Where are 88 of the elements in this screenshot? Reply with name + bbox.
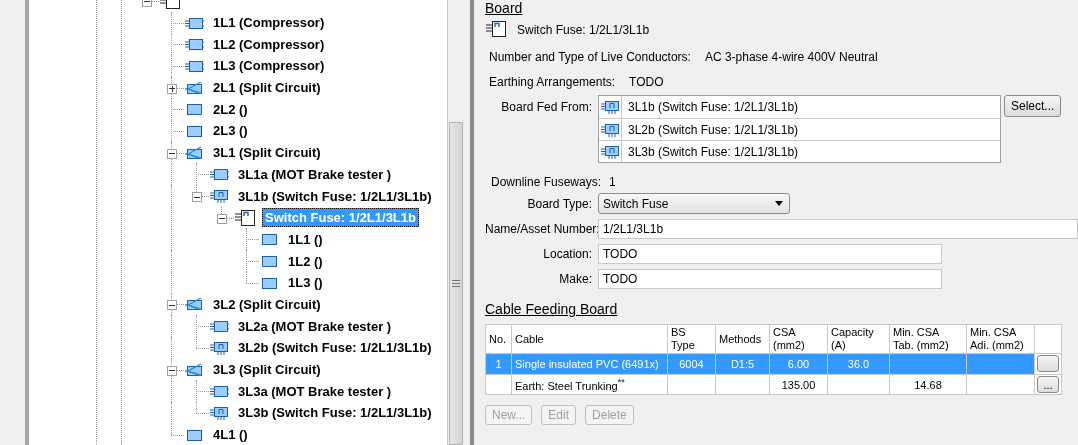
board-icon <box>184 60 204 72</box>
tree-item[interactable]: 1L3 (Compressor) <box>210 56 328 76</box>
table-cell: 14.68 <box>889 374 967 395</box>
switch-fuse-icon <box>600 123 619 137</box>
column-header[interactable]: Methods <box>715 324 770 354</box>
field-label: Make: <box>558 272 593 286</box>
tree-item[interactable]: 1L3 () <box>285 273 326 293</box>
tree-item[interactable]: 1L2 (Compressor) <box>210 34 328 54</box>
switch-fuse-icon <box>600 145 619 159</box>
tree-item[interactable]: 1L2 () <box>285 251 326 271</box>
row-button[interactable] <box>1037 355 1059 372</box>
column-header[interactable]: Min. CSA Adi. (mm2) <box>966 324 1035 354</box>
switch-fuse-icon <box>600 101 619 115</box>
circuit-icon <box>187 104 202 116</box>
collapse-icon[interactable] <box>167 148 177 159</box>
row-button[interactable]: ... <box>1037 376 1059 393</box>
tree-item[interactable]: 3L1b (Switch Fuse: 1/2L1/3L1b) <box>235 186 435 206</box>
tree-item[interactable]: 3L3 (Split Circuit) <box>210 360 324 380</box>
list-item[interactable]: 3L2b (Switch Fuse: 1/2L1/3L1b) <box>622 122 799 137</box>
tree-item[interactable]: 2L2 () <box>210 99 251 119</box>
list-item[interactable]: 3L3b (Switch Fuse: 1/2L1/3L1b) <box>622 144 799 159</box>
collapse-icon[interactable] <box>167 300 177 311</box>
section-heading: Cable Feeding Board <box>485 301 618 317</box>
tree-item[interactable]: 3L3b (Switch Fuse: 1/2L1/3L1b) <box>235 403 435 423</box>
collapse-icon[interactable] <box>167 365 177 376</box>
list-item[interactable]: 3L1b (Switch Fuse: 1/2L1/3L1b) <box>622 100 799 114</box>
field-label: Downline Fuseways: <box>491 175 602 189</box>
table-cell: Earth: Steel Trunking$^{**}$ <box>511 374 668 395</box>
column-header[interactable]: Min. CSA Tab. (mm2) <box>889 324 967 354</box>
collapse-icon[interactable] <box>142 0 152 7</box>
column-header[interactable]: CSA (mm2) <box>769 324 828 354</box>
tree-item[interactable]: 3L2a (MOT Brake tester ) <box>235 316 395 336</box>
collapse-icon[interactable] <box>217 213 227 224</box>
field-label: Board Type: <box>526 196 593 211</box>
circuit-icon <box>262 234 277 246</box>
field-value: TODO <box>629 75 664 89</box>
table-cell: 1 <box>485 353 512 375</box>
board-icon <box>209 386 229 398</box>
field-label: Location: <box>542 247 593 261</box>
switch-fuse-icon <box>209 190 228 204</box>
tree-item[interactable]: 2L3 () <box>210 121 251 141</box>
expand-icon[interactable] <box>167 83 177 94</box>
split-circuit-icon <box>184 145 202 159</box>
column-header[interactable]: Capacity (A) <box>827 324 890 354</box>
tree-item[interactable]: 1L1 () <box>285 229 326 249</box>
field-label: Number and Type of Live Conductors: <box>489 50 691 64</box>
tree-item[interactable]: 3L1a (MOT Brake tester ) <box>235 164 395 184</box>
tree-item[interactable]: 4L1 () <box>210 425 251 445</box>
circuit-icon <box>262 277 277 289</box>
board-icon <box>184 39 204 51</box>
board-type-dropdown[interactable]: Switch Fuse <box>598 193 790 214</box>
field-label: Earthing Arrangements: <box>489 75 616 89</box>
field-value: AC 3-phase 4-wire 400V Neutral <box>704 50 878 64</box>
column-header[interactable]: BS Type <box>667 324 716 354</box>
table-cell: 135.00 <box>769 374 828 395</box>
field-value: 1 <box>609 175 616 189</box>
board-icon <box>209 321 229 333</box>
column-header[interactable]: Cable <box>511 324 668 354</box>
board-icon <box>234 209 255 226</box>
tree-item[interactable]: 3L3a (MOT Brake tester ) <box>235 381 395 401</box>
collapse-icon[interactable] <box>192 192 202 203</box>
split-circuit-icon <box>184 362 202 376</box>
tree-item[interactable]: 3L2 (Split Circuit) <box>210 294 324 314</box>
board-icon <box>485 20 506 37</box>
tree-item[interactable]: 3L2b (Switch Fuse: 1/2L1/3L1b) <box>235 338 435 358</box>
grip-icon <box>452 280 460 287</box>
make-field[interactable]: TODO <box>598 269 942 289</box>
select-button[interactable]: Select... <box>1004 95 1062 117</box>
tree-item[interactable]: 3L1 (Split Circuit) <box>210 143 324 163</box>
name-field[interactable]: 1/2L1/3L1b <box>598 219 1078 239</box>
field-label: Board Fed From: <box>500 99 593 114</box>
column-header[interactable]: No. <box>485 324 512 354</box>
board-title: Switch Fuse: 1/2L1/3L1b <box>517 23 650 37</box>
board-icon <box>209 169 229 181</box>
circuit-icon <box>187 429 202 441</box>
location-field[interactable]: TODO <box>598 244 942 264</box>
switch-fuse-icon <box>209 341 228 356</box>
board-icon <box>184 17 204 29</box>
section-heading: Board <box>485 0 523 16</box>
split-circuit-icon <box>184 297 202 311</box>
switch-fuse-icon <box>209 406 228 421</box>
field-label: Name/Asset Number: <box>485 222 598 236</box>
split-circuit-icon <box>184 80 202 94</box>
caret-icon <box>775 201 783 206</box>
circuit-icon <box>262 256 277 268</box>
tree-item[interactable]: 1L1 (Compressor) <box>210 13 328 33</box>
circuit-icon <box>187 125 202 137</box>
tree-item[interactable]: 2L1 (Split Circuit) <box>210 78 324 98</box>
